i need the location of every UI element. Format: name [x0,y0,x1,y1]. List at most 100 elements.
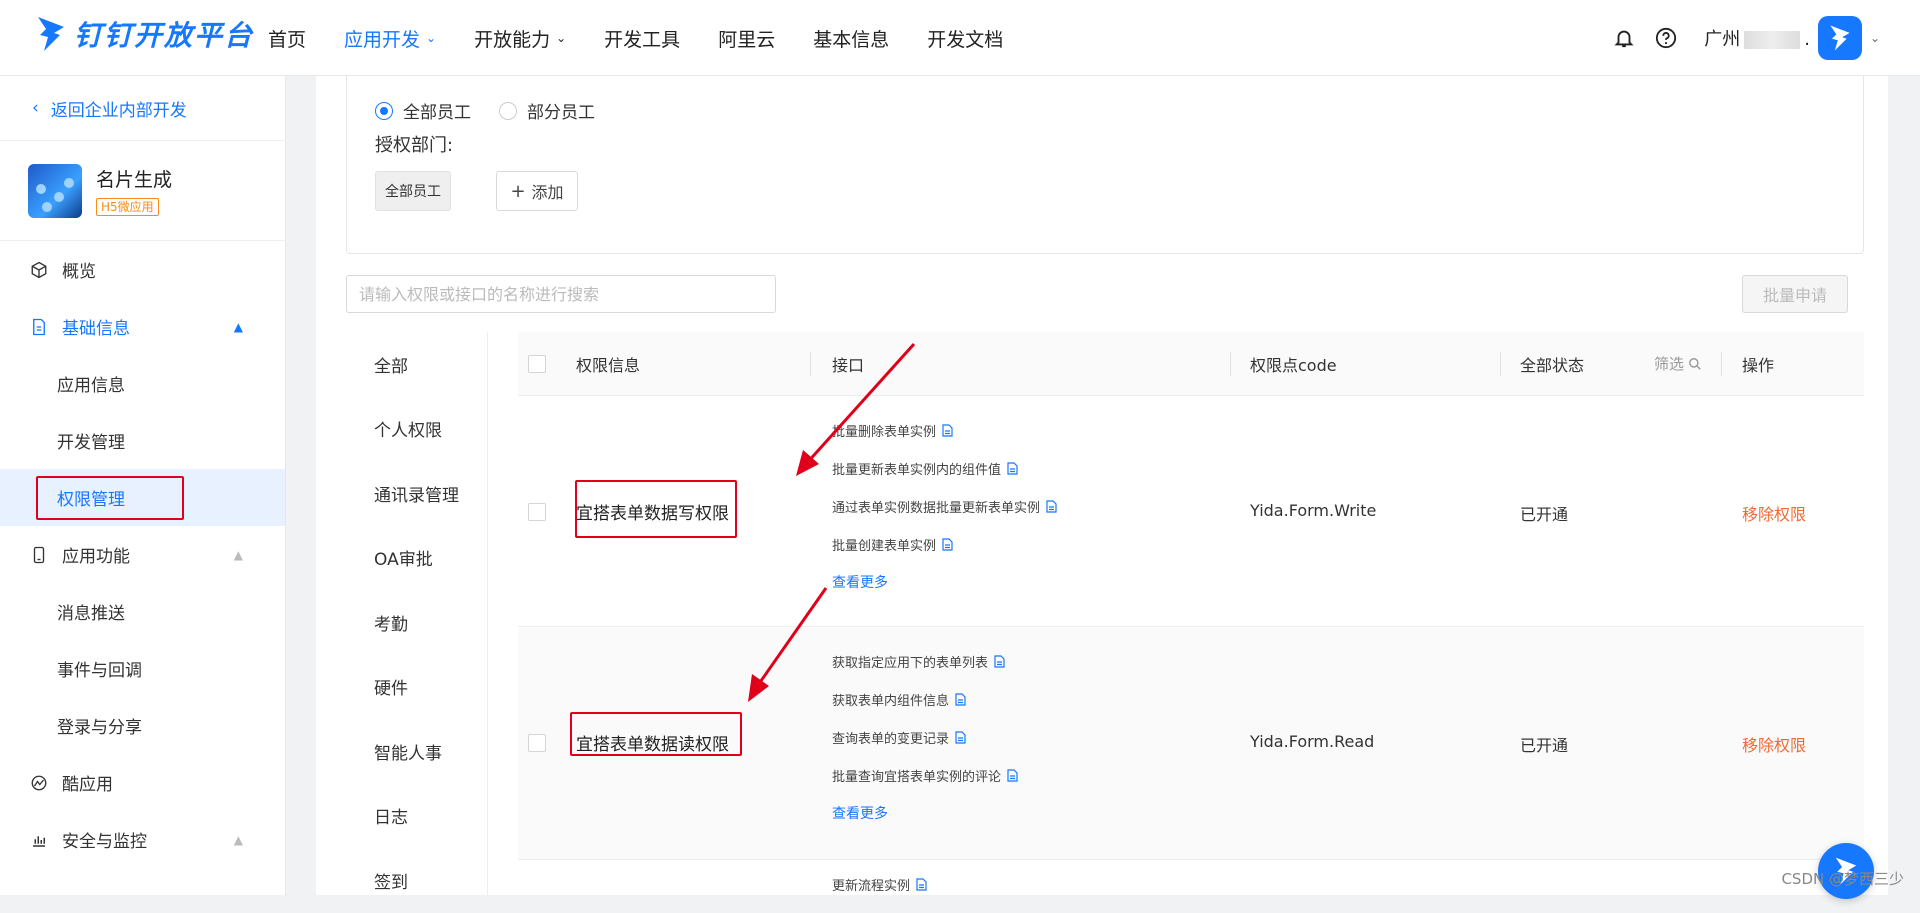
doc-link-icon[interactable] [955,693,966,706]
scope-radio-group: 全部员工 部分员工 [375,98,595,123]
nav-label: 首页 [268,25,306,52]
api-item[interactable]: 批量删除表单实例 [832,411,1057,449]
logo[interactable]: 钉钉开放平台 [36,14,254,54]
nav-label: 阿里云 [718,25,775,52]
doc-link-icon[interactable] [916,878,927,891]
radio-all-employees[interactable] [375,102,393,120]
avatar[interactable] [1818,16,1862,60]
category-all[interactable]: 全部 [346,332,487,397]
api-list: 批量删除表单实例 批量更新表单实例内的组件值 通过表单实例数据批量更新表单实例 … [832,411,1057,601]
sidebar-item-app-info[interactable]: 应用信息 [0,355,285,412]
api-item[interactable]: 查询表单的变更记录 [832,718,1018,756]
nav-dev-docs[interactable]: 开发文档 [927,25,1003,52]
header-code: 权限点code [1250,332,1337,395]
nav-app-dev[interactable]: 应用开发⌄ [344,25,436,52]
add-dept-button[interactable]: + 添加 [496,171,578,211]
bell-icon[interactable] [1612,26,1636,50]
sidebar-item-overview[interactable]: 概览 [0,241,285,298]
sidebar-item-events-callback[interactable]: 事件与回调 [0,640,285,697]
dept-tag[interactable]: 全部员工 [375,171,451,211]
caret-up-icon: ▲ [234,320,243,334]
api-item[interactable]: 通过表单实例数据批量更新表单实例 [832,487,1057,525]
dingtalk-logo-icon [36,15,66,53]
api-item[interactable]: 批量创建表单实例 [832,525,1057,563]
sidebar-item-app-functions[interactable]: 应用功能 ▲ [0,526,285,583]
row-checkbox[interactable] [528,734,546,752]
search-input[interactable] [346,275,776,313]
category-oa[interactable]: OA审批 [346,526,487,591]
api-label: 获取指定应用下的表单列表 [832,652,988,671]
api-label: 获取表单内组件信息 [832,690,949,709]
api-item[interactable]: 获取指定应用下的表单列表 [832,642,1018,680]
remove-permission-button[interactable]: 移除权限 [1742,732,1806,756]
chevron-down-icon[interactable]: ⌄ [1870,31,1880,45]
cube-icon [28,259,50,281]
chevron-down-icon: ⌄ [556,31,566,45]
sidebar-item-dev-manage[interactable]: 开发管理 [0,412,285,469]
user-name-prefix: 广州 [1704,29,1740,50]
sidebar-item-message-push[interactable]: 消息推送 [0,583,285,640]
status-filter[interactable]: 筛选 [1654,332,1702,395]
sidebar-item-cool-app[interactable]: 酷应用 [0,754,285,811]
doc-link-icon[interactable] [942,538,953,551]
dingtalk-avatar-icon [1828,24,1852,52]
doc-link-icon[interactable] [1007,462,1018,475]
category-hardware[interactable]: 硬件 [346,655,487,720]
sidebar-item-label: 酷应用 [62,770,113,795]
user-name[interactable]: 广州. [1704,25,1810,51]
category-contacts[interactable]: 通讯录管理 [346,461,487,526]
api-item[interactable]: 获取表单内组件信息 [832,680,1018,718]
select-all-checkbox[interactable] [528,355,546,373]
row-checkbox[interactable] [528,503,546,521]
nav-home[interactable]: 首页 [268,25,306,52]
sidebar-item-basic-info[interactable]: 基础信息 ▲ [0,298,285,355]
api-item[interactable]: 批量查询宜搭表单实例的评论 [832,756,1018,794]
nav-basic-info[interactable]: 基本信息 [813,25,889,52]
nav-dev-tools[interactable]: 开发工具 [604,25,680,52]
header-perm: 权限信息 [576,332,640,395]
sidebar-item-label: 应用功能 [62,542,130,567]
category-smart-hr[interactable]: 智能人事 [346,719,487,784]
back-link[interactable]: ‹ 返回企业内部开发 [0,76,285,141]
view-more-link[interactable]: 查看更多 [832,794,1018,832]
header-action: 操作 [1742,332,1774,395]
plus-icon: + [510,181,525,202]
radio-part-employees[interactable] [499,102,517,120]
api-item[interactable]: 更新流程实例 [832,873,927,895]
nav-open-capability[interactable]: 开放能力 ⌄ [474,25,566,52]
api-label: 批量创建表单实例 [832,535,936,554]
authorization-panel: 全部员工 部分员工 授权部门: 全部员工 + 添加 [346,76,1864,254]
doc-link-icon[interactable] [1046,500,1057,513]
api-label: 批量删除表单实例 [832,421,936,440]
annotation-box-permission-manage [36,476,184,520]
api-label: 更新流程实例 [832,875,910,894]
category-attendance[interactable]: 考勤 [346,590,487,655]
sidebar-item-label: 安全与监控 [62,827,147,852]
app-thumbnail [28,164,82,218]
doc-link-icon[interactable] [955,731,966,744]
remove-permission-button[interactable]: 移除权限 [1742,501,1806,525]
category-checkin[interactable]: 签到 [346,848,487,913]
api-item[interactable]: 批量更新表单实例内的组件值 [832,449,1057,487]
perm-code: Yida.Form.Write [1250,501,1376,520]
doc-link-icon[interactable] [1007,769,1018,782]
category-log[interactable]: 日志 [346,784,487,849]
doc-link-icon[interactable] [994,655,1005,668]
app-card: 名片生成 H5微应用 [0,141,285,241]
nav-label: 开放能力 [474,25,550,52]
category-list: 全部 个人权限 通讯录管理 OA审批 考勤 硬件 智能人事 日志 签到 [346,332,488,895]
auth-dept-label: 授权部门: [375,131,453,157]
back-label: 返回企业内部开发 [51,96,187,121]
sidebar-item-security-monitor[interactable]: 安全与监控 ▲ [0,811,285,868]
table-header: 权限信息 接口 权限点code 全部状态 筛选 操作 [518,332,1864,396]
category-personal[interactable]: 个人权限 [346,397,487,462]
view-more-link[interactable]: 查看更多 [832,563,1057,601]
nav-aliyun[interactable]: 阿里云 [718,25,775,52]
batch-apply-button[interactable]: 批量申请 [1742,275,1848,313]
help-icon[interactable] [1654,26,1678,50]
sidebar-item-label: 概览 [62,257,96,282]
chevron-down-icon: ⌄ [426,31,436,45]
sidebar-item-login-share[interactable]: 登录与分享 [0,697,285,754]
doc-link-icon[interactable] [942,424,953,437]
main-content: 全部员工 部分员工 授权部门: 全部员工 + 添加 批量申请 全部 个人权限 通… [316,76,1888,895]
